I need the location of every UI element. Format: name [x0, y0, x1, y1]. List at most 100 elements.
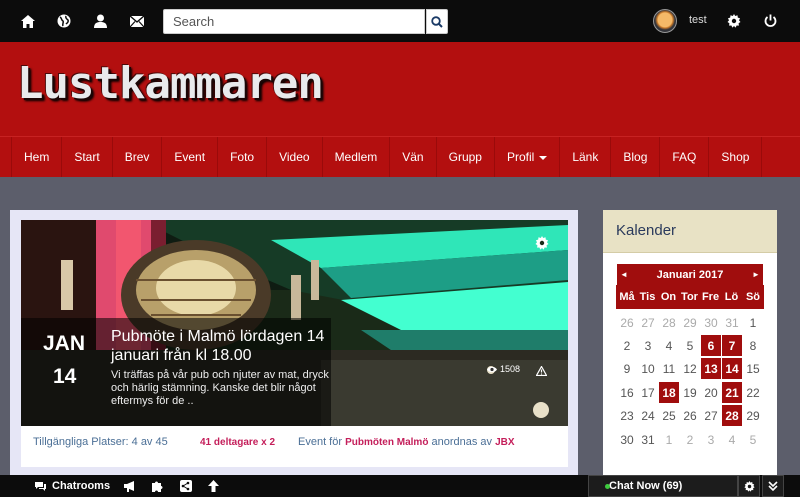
calendar-day[interactable]: 22: [743, 382, 763, 403]
nav-item-profil-label: Profil: [506, 150, 535, 164]
search-icon: [431, 15, 443, 28]
calendar-day[interactable]: 24: [638, 405, 658, 426]
calendar-day[interactable]: 20: [701, 382, 721, 403]
home-icon[interactable]: [17, 10, 39, 32]
site-header: Lustkammaren: [0, 42, 800, 136]
calendar-day[interactable]: 27: [638, 312, 658, 333]
calendar-weekday: Tis: [637, 285, 658, 309]
calendar-day[interactable]: 4: [659, 335, 679, 356]
puzzle-icon[interactable]: [152, 478, 164, 494]
arrow-up-icon[interactable]: [208, 478, 219, 494]
calendar-day-event[interactable]: 18: [659, 382, 679, 403]
calendar-day[interactable]: 5: [680, 335, 700, 356]
chatrooms-button[interactable]: Chatrooms: [34, 478, 110, 494]
chat-settings-button[interactable]: [738, 475, 760, 497]
nav-item-medlem[interactable]: Medlem: [323, 137, 391, 177]
megaphone-icon[interactable]: [124, 478, 137, 494]
chat-bubbles-icon: [35, 481, 46, 491]
report-icon[interactable]: [535, 364, 548, 379]
calendar-day-event[interactable]: 28: [722, 405, 742, 426]
calendar-day[interactable]: 29: [680, 312, 700, 333]
chat-collapse-button[interactable]: [762, 475, 784, 497]
calendar-month-label: Januari 2017: [617, 264, 763, 285]
event-for-label: Event för: [298, 436, 343, 448]
calendar-weekday: Tor: [679, 285, 700, 309]
calendar-day[interactable]: 28: [659, 312, 679, 333]
calendar-prev-button[interactable]: ◄: [617, 264, 631, 285]
search-button[interactable]: [426, 9, 448, 34]
calendar-day[interactable]: 31: [722, 312, 742, 333]
calendar-day[interactable]: 15: [743, 358, 763, 379]
participants-link[interactable]: 41 deltagare x 2: [200, 437, 275, 448]
calendar-weekday: On: [658, 285, 679, 309]
group-link[interactable]: Pubmöten Malmö: [345, 437, 428, 448]
calendar-day[interactable]: 2: [680, 429, 700, 450]
calendar-day[interactable]: 8: [743, 335, 763, 356]
calendar-day[interactable]: 23: [617, 405, 637, 426]
nav-item-foto[interactable]: Foto: [218, 137, 268, 177]
nav-item-shop[interactable]: Shop: [709, 137, 763, 177]
nav-item-brev[interactable]: Brev: [113, 137, 163, 177]
avatar[interactable]: [653, 9, 677, 33]
calendar-day[interactable]: 31: [638, 429, 658, 450]
nav-item-faq[interactable]: FAQ: [660, 137, 710, 177]
event-title[interactable]: Pubmöte i Malmö lördagen 14 januari från…: [111, 327, 341, 365]
calendar-weekday: Sö: [742, 285, 764, 309]
event-organizer-info: Event för Pubmöten Malmö anordnas av JBX: [298, 436, 515, 448]
calendar-day-event[interactable]: 14: [722, 358, 742, 379]
gear-icon[interactable]: [723, 10, 745, 32]
calendar-day[interactable]: 12: [680, 358, 700, 379]
calendar-day[interactable]: 30: [617, 429, 637, 450]
calendar-day[interactable]: 26: [617, 312, 637, 333]
calendar-day[interactable]: 19: [680, 382, 700, 403]
user-icon[interactable]: [89, 10, 111, 32]
username[interactable]: test: [689, 14, 707, 26]
nav-item-video[interactable]: Video: [267, 137, 323, 177]
globe-icon[interactable]: [53, 10, 75, 32]
calendar-day[interactable]: 1: [659, 429, 679, 450]
search-input[interactable]: [163, 9, 425, 34]
calendar-day[interactable]: 30: [701, 312, 721, 333]
nav-item-hem[interactable]: Hem: [12, 137, 63, 177]
envelope-icon[interactable]: [126, 10, 148, 32]
calendar-day-event[interactable]: 13: [701, 358, 721, 379]
calendar-day[interactable]: 26: [680, 405, 700, 426]
calendar-day[interactable]: 11: [659, 358, 679, 379]
calendar-day[interactable]: 16: [617, 382, 637, 403]
event-settings-icon[interactable]: [535, 236, 549, 253]
calendar-weekday: Lö: [721, 285, 742, 309]
view-count: 1508: [487, 364, 520, 374]
site-logo[interactable]: Lustkammaren: [17, 58, 324, 109]
calendar-day[interactable]: 4: [722, 429, 742, 450]
nav-item-grupp[interactable]: Grupp: [437, 137, 495, 177]
organizer-link[interactable]: JBX: [495, 437, 514, 448]
calendar-day[interactable]: 25: [659, 405, 679, 426]
nav-item-van[interactable]: Vän: [390, 137, 437, 177]
view-count-value: 1508: [500, 364, 521, 374]
calendar-day-event[interactable]: 6: [701, 335, 721, 356]
calendar-day[interactable]: 3: [638, 335, 658, 356]
event-date-day: 14: [53, 365, 77, 388]
chat-now-button[interactable]: Chat Now (69): [588, 475, 738, 497]
chatrooms-label: Chatrooms: [52, 480, 111, 492]
calendar-day[interactable]: 2: [617, 335, 637, 356]
calendar-day[interactable]: 27: [701, 405, 721, 426]
calendar-day[interactable]: 10: [638, 358, 658, 379]
calendar-day-event[interactable]: 7: [722, 335, 742, 356]
calendar-next-button[interactable]: ►: [749, 264, 763, 285]
calendar-day[interactable]: 9: [617, 358, 637, 379]
share-icon[interactable]: [180, 478, 192, 494]
calendar-day[interactable]: 1: [743, 312, 763, 333]
nav-item-lank[interactable]: Länk: [560, 137, 612, 177]
calendar-day[interactable]: 17: [638, 382, 658, 403]
power-icon[interactable]: [759, 10, 781, 32]
calendar-day[interactable]: 3: [701, 429, 721, 450]
nav-item-profil[interactable]: Profil: [495, 137, 561, 177]
nav-item-event[interactable]: Event: [162, 137, 219, 177]
calendar-day[interactable]: 29: [743, 405, 763, 426]
nav-item-start[interactable]: Start: [62, 137, 113, 177]
calendar-weekday: Må: [616, 285, 638, 309]
nav-item-blog[interactable]: Blog: [611, 137, 661, 177]
calendar-day-event[interactable]: 21: [722, 382, 742, 403]
calendar-day[interactable]: 5: [743, 429, 763, 450]
